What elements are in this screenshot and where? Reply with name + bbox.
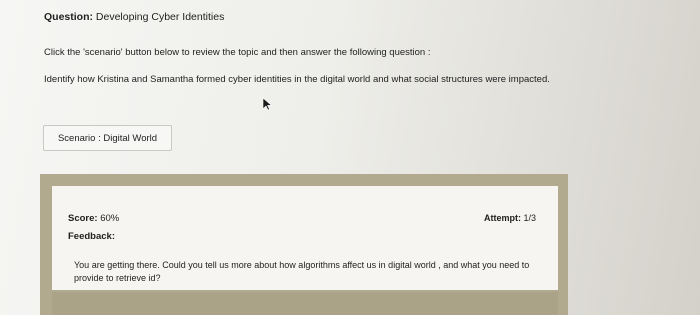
feedback-text: You are getting there. Could you tell us… [74, 260, 530, 283]
mouse-pointer-icon [262, 97, 272, 111]
question-page: Question: Developing Cyber Identities Cl… [0, 0, 700, 315]
question-title-text: Developing Cyber Identities [95, 11, 225, 23]
scenario-button[interactable]: Scenario : Digital World [43, 125, 172, 151]
question-prompt: Identify how Kristina and Samantha forme… [44, 74, 550, 85]
score-value: 60% [100, 213, 120, 224]
instruction-text: Click the 'scenario' button below to rev… [44, 47, 431, 58]
attempt-value: 1/3 [523, 213, 536, 223]
score: Score: 60% [68, 213, 119, 224]
feedback-label: Feedback: [68, 231, 115, 242]
feedback-box: Score: 60% Attempt: 1/3 Feedback: You ar… [52, 186, 558, 290]
score-label: Score: [68, 213, 98, 224]
question-title: Question: Developing Cyber Identities [44, 11, 224, 23]
question-label: Question: [44, 11, 93, 23]
attempt-label: Attempt: [483, 213, 521, 223]
panel-footer [52, 292, 558, 315]
attempt-counter: Attempt: 1/3 [484, 213, 536, 223]
scenario-button-label: Scenario : Digital World [57, 132, 158, 144]
result-panel: Score: 60% Attempt: 1/3 Feedback: You ar… [40, 174, 568, 315]
